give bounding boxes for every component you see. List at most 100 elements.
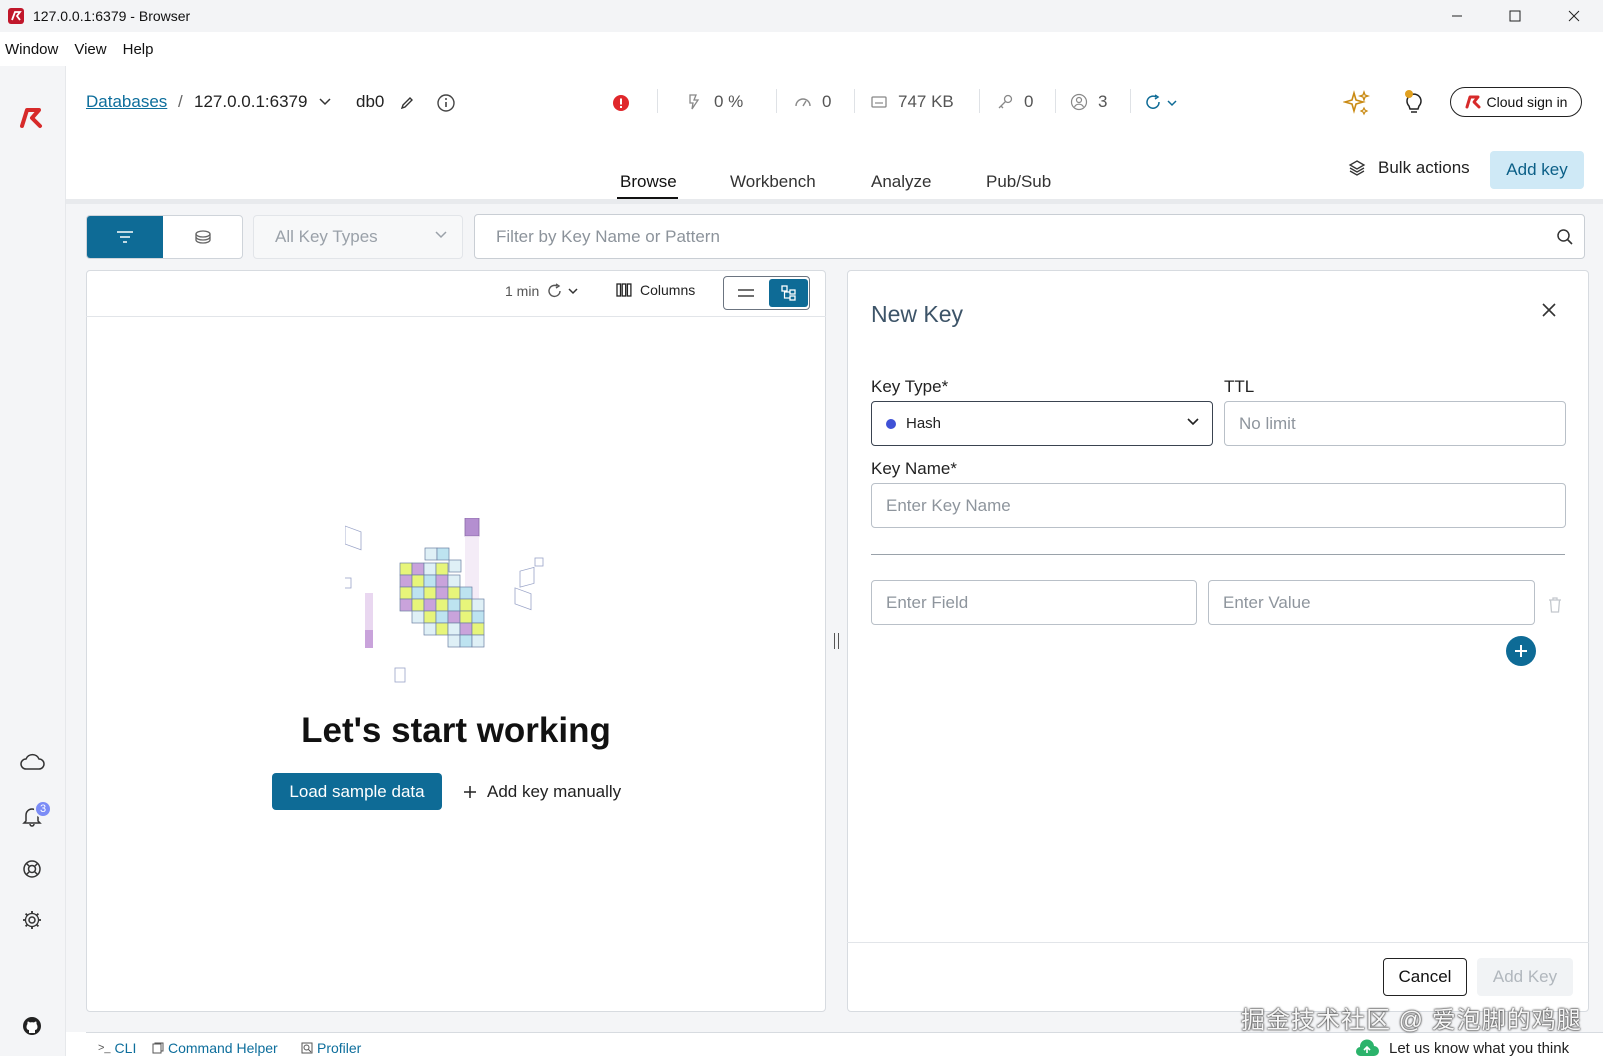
separator — [854, 89, 855, 113]
plus-icon — [1515, 645, 1527, 657]
redis-logo-icon — [1465, 95, 1481, 109]
key-filter-input[interactable]: Filter by Key Name or Pattern — [474, 214, 1585, 259]
title-bar: 127.0.0.1:6379 - Browser — [0, 0, 1603, 32]
clients-value: 3 — [1098, 92, 1108, 111]
watermark-text: 掘金技术社区 @ 爱泡脚的鸡腿 — [1241, 1007, 1582, 1034]
minimize-button[interactable] — [1428, 0, 1486, 32]
key-type-label: Key Type* — [871, 377, 949, 396]
profiler-icon — [301, 1042, 313, 1054]
edit-pencil-icon[interactable] — [399, 95, 415, 111]
info-icon[interactable] — [436, 93, 456, 113]
feedback-label: Let us know what you think — [1389, 1039, 1570, 1057]
ai-sparkles-icon[interactable] — [1343, 89, 1371, 117]
list-view-icon — [738, 289, 754, 297]
clients-stat: 3 — [1070, 92, 1107, 112]
trash-icon[interactable] — [1548, 597, 1562, 613]
feedback-cloud-icon — [1355, 1039, 1379, 1057]
section-divider — [871, 554, 1565, 555]
key-types-value: All Key Types — [275, 227, 378, 246]
hash-value-placeholder: Enter Value — [1223, 592, 1311, 612]
cancel-button[interactable]: Cancel — [1383, 958, 1467, 996]
error-alert-icon[interactable] — [613, 95, 629, 111]
ttl-input[interactable]: No limit — [1224, 401, 1566, 446]
filter-mode-search-button[interactable] — [163, 216, 242, 258]
insights-lightbulb-icon[interactable] — [1401, 88, 1427, 116]
hash-color-dot — [886, 418, 896, 429]
tab-browse[interactable]: Browse — [620, 172, 677, 192]
close-window-button[interactable] — [1545, 0, 1603, 32]
menu-view[interactable]: View — [74, 41, 106, 58]
key-types-select[interactable]: All Key Types — [253, 215, 463, 259]
columns-button[interactable]: Columns — [616, 282, 695, 298]
load-sample-data-button[interactable]: Load sample data — [272, 773, 442, 810]
new-key-title: New Key — [871, 301, 964, 327]
databases-link[interactable]: Databases — [86, 92, 167, 112]
panel-resize-handle[interactable] — [834, 633, 839, 649]
cloud-sign-in-label: Cloud sign in — [1486, 94, 1568, 110]
add-key-button[interactable]: Add key — [1490, 151, 1584, 189]
search-icon[interactable] — [1556, 228, 1574, 246]
ops-stat: 0 — [794, 92, 831, 112]
filter-mode-pattern-button[interactable] — [87, 216, 163, 258]
db-address-dropdown[interactable]: 127.0.0.1:6379 — [194, 92, 307, 112]
chevron-down-icon — [1187, 418, 1199, 426]
key-icon — [998, 94, 1013, 109]
app-logo-icon — [8, 8, 24, 24]
cpu-value: 0 % — [714, 92, 744, 111]
tab-pubsub[interactable]: Pub/Sub — [986, 172, 1051, 192]
hash-field-input[interactable]: Enter Field — [871, 580, 1197, 625]
bulk-actions-label: Bulk actions — [1378, 158, 1470, 177]
command-helper-button[interactable]: Command Helper — [152, 1040, 278, 1056]
empty-state-title: Let's start working — [301, 711, 611, 750]
command-helper-icon — [152, 1042, 164, 1054]
hash-value-input[interactable]: Enter Value — [1208, 580, 1535, 625]
menu-window[interactable]: Window — [5, 41, 58, 58]
db-chevron-down-icon[interactable] — [319, 98, 331, 106]
cpu-stat: 0 % — [686, 92, 743, 112]
tree-view-button[interactable] — [769, 279, 808, 307]
submit-add-key-button[interactable]: Add Key — [1477, 958, 1573, 996]
separator — [657, 89, 658, 113]
cloud-icon[interactable] — [18, 748, 46, 776]
menu-help[interactable]: Help — [123, 41, 154, 58]
plus-icon — [464, 786, 476, 798]
key-name-input[interactable]: Enter Key Name — [871, 483, 1566, 528]
feedback-link[interactable]: Let us know what you think — [1355, 1038, 1569, 1058]
key-type-select[interactable]: Hash — [871, 401, 1213, 446]
auto-refresh-icon[interactable] — [1145, 94, 1179, 112]
view-mode-toggle — [723, 276, 810, 310]
hash-field-placeholder: Enter Field — [886, 592, 969, 612]
ops-value: 0 — [822, 92, 832, 111]
refresh-control[interactable]: 1 min — [505, 283, 581, 299]
bulk-actions-button[interactable]: Bulk actions — [1348, 158, 1470, 178]
cli-button[interactable]: >_ CLI — [98, 1040, 136, 1056]
key-name-placeholder: Enter Key Name — [886, 495, 1011, 515]
cloud-sign-in-button[interactable]: Cloud sign in — [1450, 87, 1582, 117]
ttl-label: TTL — [1224, 377, 1255, 396]
settings-gear-icon[interactable] — [18, 906, 46, 934]
add-field-button[interactable] — [1506, 636, 1536, 666]
empty-state-illustration — [345, 518, 544, 683]
redis-logo-icon[interactable] — [18, 104, 46, 132]
notifications-badge: 3 — [34, 800, 52, 818]
tab-analyze[interactable]: Analyze — [871, 172, 931, 192]
columns-label: Columns — [640, 282, 696, 298]
help-lifebuoy-icon[interactable] — [18, 855, 46, 883]
window-title: 127.0.0.1:6379 - Browser — [33, 8, 191, 24]
command-helper-label: Command Helper — [168, 1040, 278, 1056]
profiler-button[interactable]: Profiler — [301, 1040, 361, 1056]
chevron-down-icon — [435, 231, 447, 239]
add-key-manually-button[interactable]: Add key manually — [463, 782, 621, 802]
key-filter-placeholder: Filter by Key Name or Pattern — [496, 226, 720, 246]
close-icon[interactable] — [1541, 302, 1557, 318]
maximize-button[interactable] — [1486, 0, 1544, 32]
key-name-label: Key Name* — [871, 459, 957, 478]
new-key-panel — [847, 270, 1589, 1012]
tab-workbench[interactable]: Workbench — [730, 172, 816, 192]
layers-icon — [1348, 160, 1366, 176]
columns-icon — [616, 283, 632, 297]
github-icon[interactable] — [18, 1012, 46, 1040]
refresh-interval: 1 min — [505, 283, 540, 299]
list-view-button[interactable] — [724, 277, 768, 309]
refresh-icon[interactable] — [547, 283, 581, 299]
